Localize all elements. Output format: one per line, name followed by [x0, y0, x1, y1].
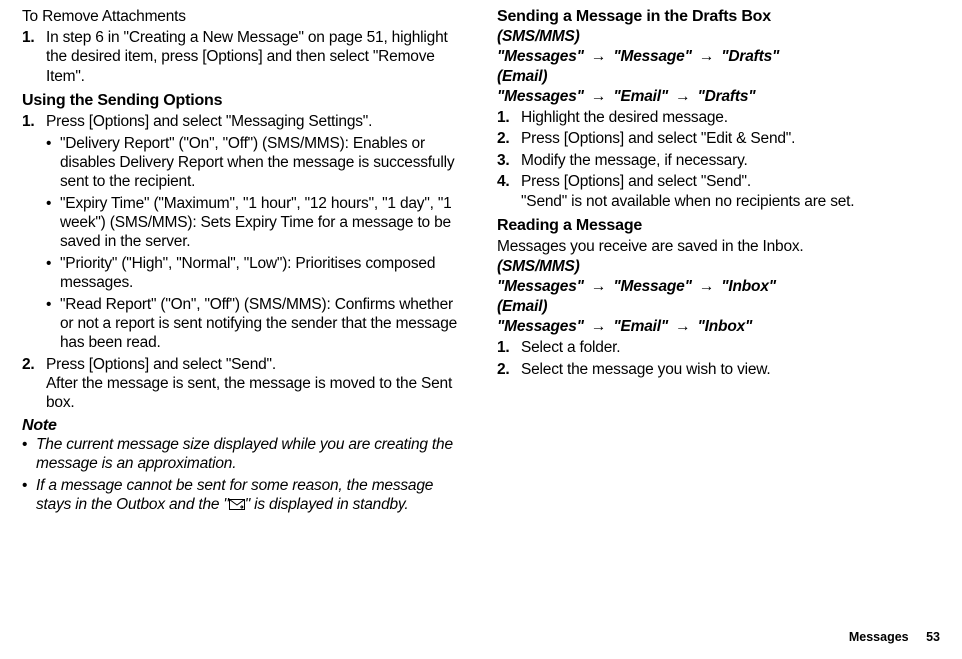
footer-chapter: Messages	[849, 630, 909, 644]
path-inbox-sms: "Messages" → "Message" → "Inbox"	[497, 278, 940, 296]
path-seg-email: "Email"	[613, 88, 668, 105]
page-content: To Remove Attachments In step 6 in "Crea…	[0, 0, 962, 630]
remove-steps: In step 6 in "Creating a New Message" on…	[22, 28, 465, 86]
arrow-icon: →	[591, 278, 606, 295]
label-sms-mms-inbox: (SMS/MMS)	[497, 258, 940, 276]
label-email-inbox: (Email)	[497, 298, 940, 316]
arrow-icon: →	[591, 318, 606, 335]
note-2-part-b: " is displayed in standby.	[245, 496, 409, 513]
page-footer: Messages 53	[0, 630, 962, 644]
arrow-icon: →	[675, 318, 690, 335]
heading-sending-options: Using the Sending Options	[22, 92, 465, 110]
sending-step-2-text: Press [Options] and select "Send".	[46, 356, 276, 373]
drafts-step-1: Highlight the desired message.	[497, 108, 940, 127]
remove-step-1: In step 6 in "Creating a New Message" on…	[22, 28, 465, 86]
drafts-step-4: Press [Options] and select "Send". "Send…	[497, 172, 940, 211]
note-1: The current message size displayed while…	[22, 435, 465, 474]
sending-step-2: Press [Options] and select "Send". After…	[22, 355, 465, 413]
drafts-step-4-sub: "Send" is not available when no recipien…	[521, 192, 940, 211]
path-seg-messages: "Messages"	[497, 48, 584, 65]
path-drafts-sms: "Messages" → "Message" → "Drafts"	[497, 48, 940, 66]
label-email-drafts: (Email)	[497, 68, 940, 86]
reading-desc: Messages you receive are saved in the In…	[497, 237, 940, 256]
drafts-step-4-text: Press [Options] and select "Send".	[521, 173, 751, 190]
arrow-icon: →	[699, 278, 714, 295]
label-sms-mms-drafts: (SMS/MMS)	[497, 28, 940, 46]
path-seg-messages: "Messages"	[497, 318, 584, 335]
note-2: If a message cannot be sent for some rea…	[22, 476, 465, 516]
path-seg-drafts: "Drafts"	[721, 48, 779, 65]
left-column: To Remove Attachments In step 6 in "Crea…	[22, 8, 481, 630]
arrow-icon: →	[591, 48, 606, 65]
sending-step-1-text: Press [Options] and select "Messaging Se…	[46, 113, 372, 130]
arrow-icon: →	[591, 88, 606, 105]
sending-step-1: Press [Options] and select "Messaging Se…	[22, 112, 465, 353]
envelope-outbox-icon	[229, 496, 245, 515]
arrow-icon: →	[699, 48, 714, 65]
bullet-expiry-time: "Expiry Time" ("Maximum", "1 hour", "12 …	[46, 194, 465, 252]
drafts-steps: Highlight the desired message. Press [Op…	[497, 108, 940, 211]
path-seg-message: "Message"	[613, 278, 691, 295]
drafts-step-2: Press [Options] and select "Edit & Send"…	[497, 129, 940, 148]
arrow-icon: →	[675, 88, 690, 105]
note-heading: Note	[22, 417, 465, 435]
bullet-read-report: "Read Report" ("On", "Off") (SMS/MMS): C…	[46, 295, 465, 353]
heading-reading: Reading a Message	[497, 217, 940, 235]
path-seg-drafts: "Drafts"	[698, 88, 756, 105]
path-seg-messages: "Messages"	[497, 88, 584, 105]
bullet-priority: "Priority" ("High", "Normal", "Low"): Pr…	[46, 254, 465, 293]
notes-list: The current message size displayed while…	[22, 435, 465, 516]
sending-step-2-sub: After the message is sent, the message i…	[46, 374, 465, 413]
heading-remove-attachments: To Remove Attachments	[22, 8, 465, 26]
path-seg-messages: "Messages"	[497, 278, 584, 295]
reading-step-2: Select the message you wish to view.	[497, 360, 940, 379]
heading-drafts: Sending a Message in the Drafts Box	[497, 8, 940, 26]
sending-options-bullets: "Delivery Report" ("On", "Off") (SMS/MMS…	[22, 134, 465, 353]
right-column: Sending a Message in the Drafts Box (SMS…	[481, 8, 940, 630]
path-seg-email: "Email"	[613, 318, 668, 335]
path-seg-inbox: "Inbox"	[721, 278, 776, 295]
reading-steps: Select a folder. Select the message you …	[497, 338, 940, 379]
path-inbox-email: "Messages" → "Email" → "Inbox"	[497, 318, 940, 336]
path-seg-message: "Message"	[613, 48, 691, 65]
footer-page-number: 53	[926, 630, 940, 644]
path-drafts-email: "Messages" → "Email" → "Drafts"	[497, 88, 940, 106]
path-seg-inbox: "Inbox"	[698, 318, 753, 335]
sending-options-steps: Press [Options] and select "Messaging Se…	[22, 112, 465, 413]
bullet-delivery-report: "Delivery Report" ("On", "Off") (SMS/MMS…	[46, 134, 465, 192]
reading-step-1: Select a folder.	[497, 338, 940, 357]
drafts-step-3: Modify the message, if necessary.	[497, 151, 940, 170]
